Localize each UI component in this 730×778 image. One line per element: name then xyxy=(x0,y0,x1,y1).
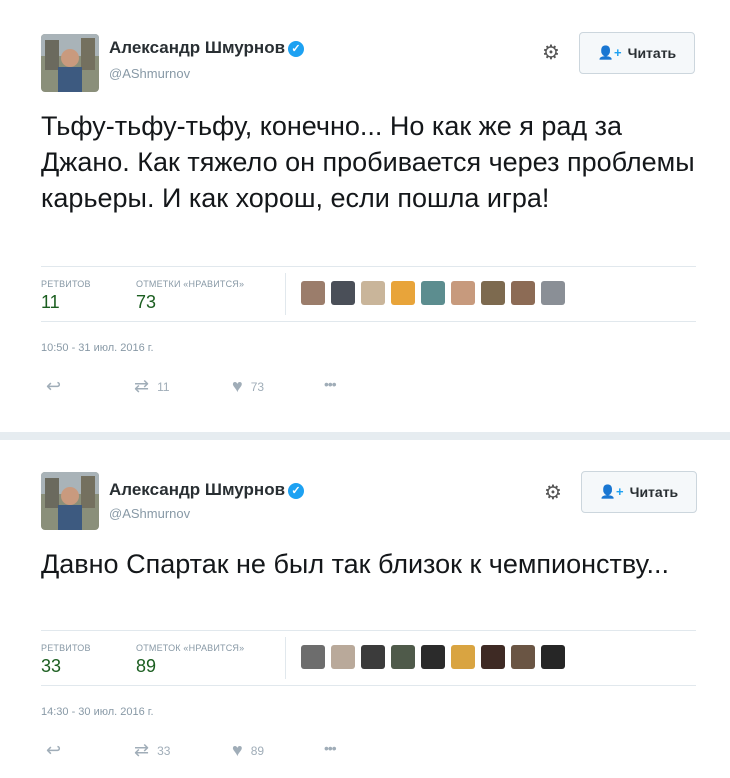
avatar[interactable] xyxy=(41,34,99,92)
retweet-button[interactable]: ⇄ 11 xyxy=(134,376,170,397)
liker-avatar[interactable] xyxy=(301,281,325,305)
add-user-icon: 👤+ xyxy=(597,45,622,60)
retweet-button[interactable]: ⇄ 33 xyxy=(134,740,170,761)
liker-avatar[interactable] xyxy=(451,645,475,669)
follow-button[interactable]: 👤+ Читать xyxy=(579,32,695,74)
liker-avatar[interactable] xyxy=(361,645,385,669)
tweet-actions: ↩ ⇄ 11 ♥ 73 ••• xyxy=(46,376,366,396)
follow-label: Читать xyxy=(629,484,679,500)
author-handle[interactable]: @AShmurnov xyxy=(109,506,190,521)
liker-avatar[interactable] xyxy=(391,281,415,305)
tweet-text: Тьфу-тьфу-тьфу, конечно... Но как же я р… xyxy=(41,111,695,213)
liker-avatar[interactable] xyxy=(421,645,445,669)
liker-avatar[interactable] xyxy=(541,645,565,669)
retweets-label: РЕТВИТОВ xyxy=(41,643,91,653)
liker-avatar[interactable] xyxy=(511,645,535,669)
tweet-1: Александр Шмурнов ✓ @AShmurnov ⚙ 👤+ Читат… xyxy=(0,0,730,432)
tweet-stats: РЕТВИТОВ 33 ОТМЕТОК «НРАВИТСЯ» 89 xyxy=(41,630,696,686)
reply-icon: ↩ xyxy=(46,740,62,760)
like-button[interactable]: ♥ 73 xyxy=(232,376,264,397)
liker-avatar[interactable] xyxy=(451,281,475,305)
retweets-stat[interactable]: РЕТВИТОВ 11 xyxy=(41,279,91,313)
tweet-2: Александр Шмурнов ✓ @AShmurnov ⚙ 👤+ Читат… xyxy=(0,440,730,778)
more-button[interactable]: ••• xyxy=(324,740,344,756)
likes-stat[interactable]: ОТМЕТКИ «НРАВИТСЯ» 73 xyxy=(136,279,244,313)
retweet-action-count: 11 xyxy=(157,379,170,394)
heart-icon: ♥ xyxy=(232,376,243,396)
more-icon: ••• xyxy=(324,740,337,756)
like-button[interactable]: ♥ 89 xyxy=(232,740,264,761)
liker-avatar[interactable] xyxy=(481,645,505,669)
retweet-icon: ⇄ xyxy=(134,740,150,760)
liker-avatar[interactable] xyxy=(481,281,505,305)
follow-label: Читать xyxy=(627,45,677,61)
liker-avatar[interactable] xyxy=(511,281,535,305)
retweets-stat[interactable]: РЕТВИТОВ 33 xyxy=(41,643,91,677)
like-action-count: 73 xyxy=(250,379,265,394)
more-button[interactable]: ••• xyxy=(324,376,344,392)
gear-icon[interactable]: ⚙ xyxy=(544,480,562,505)
author-name[interactable]: Александр Шмурнов ✓ xyxy=(109,38,305,58)
liker-avatar[interactable] xyxy=(391,645,415,669)
verified-badge-icon: ✓ xyxy=(288,41,305,57)
reply-button[interactable]: ↩ xyxy=(46,376,69,397)
like-action-count: 89 xyxy=(250,743,265,758)
retweets-count: 33 xyxy=(41,656,62,676)
follow-button[interactable]: 👤+ Читать xyxy=(581,471,697,513)
add-user-icon: 👤+ xyxy=(599,484,624,499)
gear-icon[interactable]: ⚙ xyxy=(542,40,560,65)
liker-avatar[interactable] xyxy=(331,281,355,305)
likes-label: ОТМЕТОК «НРАВИТСЯ» xyxy=(136,643,245,653)
author-handle[interactable]: @AShmurnov xyxy=(109,66,190,81)
more-icon: ••• xyxy=(324,376,337,392)
tweet-stats: РЕТВИТОВ 11 ОТМЕТКИ «НРАВИТСЯ» 73 xyxy=(41,266,696,322)
retweet-action-count: 33 xyxy=(157,743,171,758)
likes-count: 73 xyxy=(136,292,157,312)
author-name-text[interactable]: Александр Шмурнов xyxy=(109,38,285,57)
retweets-count: 11 xyxy=(41,292,60,312)
tweet-timestamp[interactable]: 14:30 - 30 июл. 2016 г. xyxy=(41,706,154,718)
liker-avatar[interactable] xyxy=(541,281,565,305)
reply-icon: ↩ xyxy=(46,376,62,396)
stats-divider xyxy=(285,273,286,315)
liker-avatar[interactable] xyxy=(361,281,385,305)
liker-avatar[interactable] xyxy=(301,645,325,669)
liker-avatar[interactable] xyxy=(421,281,445,305)
liker-avatars xyxy=(301,281,571,305)
likes-label: ОТМЕТКИ «НРАВИТСЯ» xyxy=(136,279,245,289)
stats-divider xyxy=(285,637,286,679)
verified-badge-icon: ✓ xyxy=(288,483,305,499)
avatar[interactable] xyxy=(41,472,99,530)
heart-icon: ♥ xyxy=(232,740,243,760)
liker-avatars xyxy=(301,645,571,669)
likes-count: 89 xyxy=(136,656,157,676)
tweet-actions: ↩ ⇄ 33 ♥ 89 ••• xyxy=(46,740,366,760)
retweets-label: РЕТВИТОВ xyxy=(41,279,91,289)
tweet-separator xyxy=(0,432,730,440)
author-name[interactable]: Александр Шмурнов ✓ xyxy=(109,480,305,500)
tweet-timestamp[interactable]: 10:50 - 31 июл. 2016 г. xyxy=(41,342,154,354)
liker-avatar[interactable] xyxy=(331,645,355,669)
likes-stat[interactable]: ОТМЕТОК «НРАВИТСЯ» 89 xyxy=(136,643,244,677)
reply-button[interactable]: ↩ xyxy=(46,740,69,761)
tweet-text: Давно Спартак не был так близок к чемпио… xyxy=(41,549,669,579)
retweet-icon: ⇄ xyxy=(134,376,150,396)
author-name-text[interactable]: Александр Шмурнов xyxy=(109,480,285,499)
